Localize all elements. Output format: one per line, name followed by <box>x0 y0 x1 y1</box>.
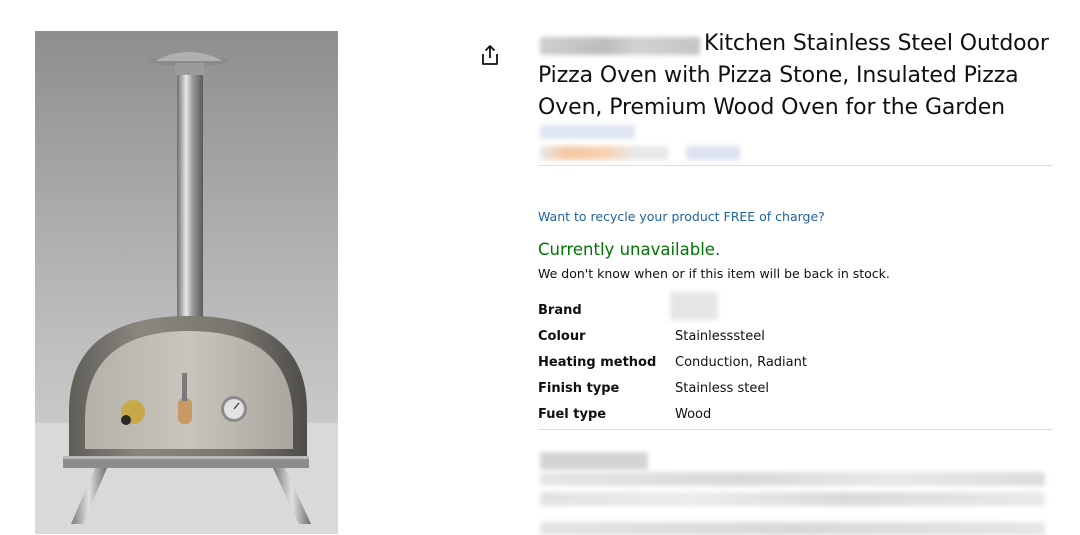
spec-row-finish-type: Finish type Stainless steel <box>538 375 807 401</box>
spec-label: Colour <box>538 328 586 344</box>
divider-bottom <box>538 429 1053 430</box>
spec-value: Stainlesssteel <box>675 328 765 344</box>
spec-value: Wood <box>675 406 712 422</box>
redacted-store-link[interactable] <box>540 125 635 139</box>
redacted-about-line-1 <box>540 472 1045 486</box>
product-title-line-2: Pizza Oven with Pizza Stone, Insulated P… <box>538 63 1019 88</box>
spec-row-fuel-type: Fuel type Wood <box>538 401 807 427</box>
redacted-brand-name <box>540 37 700 55</box>
spec-label: Finish type <box>538 380 620 396</box>
spec-label: Fuel type <box>538 406 607 422</box>
stock-note: We don't know when or if this item will … <box>538 266 890 281</box>
redacted-about-line-2 <box>540 492 1045 506</box>
divider-top <box>538 165 1053 166</box>
redacted-about-heading <box>540 452 648 470</box>
product-title-line-3: Oven, Premium Wood Oven for the Garden <box>538 95 1006 120</box>
product-image[interactable] <box>35 31 338 534</box>
spec-value: Conduction, Radiant <box>675 354 807 370</box>
spec-label: Brand <box>538 302 582 318</box>
spec-value: Stainless steel <box>675 380 769 396</box>
availability-status: Currently unavailable. <box>538 240 721 259</box>
share-icon[interactable] <box>479 44 501 66</box>
spec-row-heating-method: Heating method Conduction, Radiant <box>538 349 807 375</box>
redacted-rating-stars[interactable] <box>540 146 668 160</box>
spec-label: Heating method <box>538 354 657 370</box>
redacted-brand-value <box>670 292 718 320</box>
redacted-ratings-count[interactable] <box>686 146 740 160</box>
spec-row-colour: Colour Stainlesssteel <box>538 323 807 349</box>
recycle-link[interactable]: Want to recycle your product FREE of cha… <box>538 209 825 224</box>
redacted-about-line-3 <box>540 522 1045 535</box>
pizza-oven-illustration <box>35 52 338 534</box>
product-title-line-1: Kitchen Stainless Steel Outdoor <box>704 31 1049 56</box>
